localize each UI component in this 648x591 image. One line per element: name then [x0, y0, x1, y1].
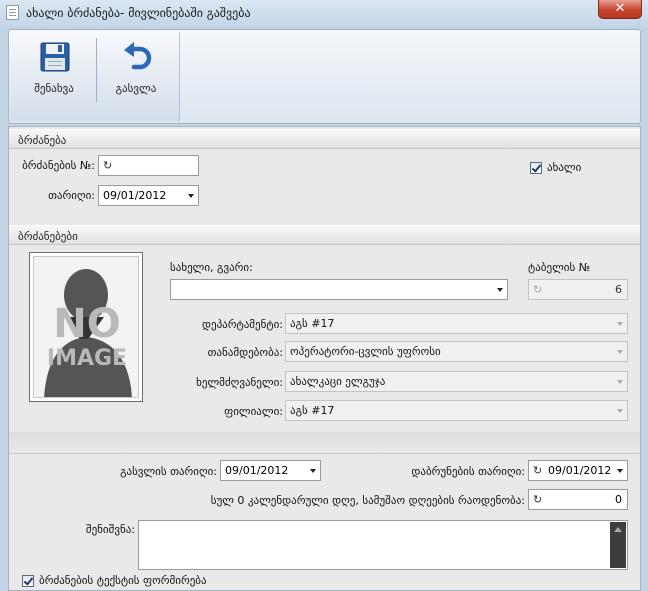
floppy-disk-icon	[40, 42, 70, 72]
format-text-checkbox-label: ბრძანების ტექსტის ფორმირება	[39, 574, 207, 587]
app-window: ახალი ბრძანება- მივლინებაში გაშვება ✕ შე…	[0, 0, 648, 591]
employee-photo: NO IMAGE	[29, 252, 143, 402]
chevron-down-icon[interactable]	[497, 288, 503, 292]
chevron-down-icon[interactable]	[617, 350, 623, 354]
tabel-label: ტაბელის №	[528, 261, 591, 274]
manager-value: ახალკაცი ელგუჯა	[290, 375, 386, 388]
toolbar-group: შენახვა გასვლა	[10, 32, 180, 121]
order-section-title: ბრძანება	[18, 134, 67, 147]
position-value: ოპერატორი-ცვლის უფროსი	[290, 345, 441, 358]
chevron-down-icon[interactable]	[617, 380, 623, 384]
workdays-input[interactable]: ↻ 0	[528, 489, 628, 510]
orders-section-header: ბრძანებები	[9, 225, 640, 245]
person-silhouette-icon: NO IMAGE	[34, 257, 138, 397]
department-value: აგს #17	[290, 317, 335, 330]
new-checkbox-label: ახალი	[547, 161, 582, 174]
position-combobox[interactable]: ოპერატორი-ცვლის უფროსი	[285, 341, 628, 362]
window-title: ახალი ბრძანება- მივლინებაში გაშვება	[26, 6, 251, 20]
order-date-picker[interactable]: 09/01/2012	[98, 185, 199, 206]
toolbar-ribbon: შენახვა გასვლა	[8, 29, 641, 124]
cycle-arrow-icon: ↻	[103, 159, 113, 172]
photo-frame: NO IMAGE	[33, 256, 139, 398]
exit-button-label: გასვლა	[115, 82, 157, 95]
close-button[interactable]: ✕	[598, 0, 642, 19]
order-date-value: 09/01/2012	[103, 189, 167, 202]
order-number-label: ბრძანების №:	[22, 159, 95, 172]
notes-scrollbar[interactable]	[610, 522, 626, 568]
name-label: სახელი, გვარი:	[170, 261, 253, 274]
notes-label: შენიშვნა:	[85, 523, 135, 536]
manager-combobox[interactable]: ახალკაცი ელგუჯა	[285, 371, 628, 392]
name-combobox[interactable]	[170, 279, 508, 300]
return-date-value: 09/01/2012	[548, 464, 612, 477]
manager-label: ხელმძღვანელი:	[196, 376, 283, 389]
notes-textarea[interactable]	[138, 520, 628, 570]
save-button-label: შენახვა	[34, 82, 74, 95]
order-date-label: თარიღი:	[48, 189, 95, 202]
order-section-header: ბრძანება	[9, 129, 640, 149]
undo-arrow-icon	[124, 42, 152, 70]
departure-date-value: 09/01/2012	[225, 464, 289, 477]
department-combobox[interactable]: აგს #17	[285, 313, 628, 334]
chevron-down-icon[interactable]	[617, 409, 623, 413]
document-icon	[6, 5, 19, 20]
form-body: ბრძანება ბრძანების №: ↻ თარიღი: 09/01/20…	[8, 126, 641, 591]
save-button[interactable]: შენახვა	[14, 36, 94, 106]
tabel-value: 6	[615, 283, 622, 296]
return-date-label: დაბრუნების თარიღი:	[411, 465, 525, 478]
workdays-value: 0	[615, 493, 622, 506]
departure-date-picker[interactable]: 09/01/2012	[220, 460, 321, 481]
no-image-text-2: IMAGE	[47, 346, 127, 371]
no-image-text-1: NO	[53, 301, 120, 347]
exit-button[interactable]: გასვლა	[96, 36, 176, 106]
departure-date-label: გასვლის თარიღი:	[120, 465, 217, 478]
order-number-input[interactable]: ↻	[98, 155, 199, 176]
title-bar: ახალი ბრძანება- მივლინებაში გაშვება ✕	[0, 0, 648, 26]
branch-label: ფილიალი:	[224, 405, 283, 418]
orders-section-title: ბრძანებები	[18, 230, 78, 243]
section-divider-band	[9, 432, 640, 454]
branch-value: აგს #17	[290, 404, 335, 417]
chevron-down-icon[interactable]	[188, 194, 194, 198]
return-date-picker[interactable]: ↻ 09/01/2012	[528, 460, 628, 481]
cycle-arrow-icon: ↻	[533, 464, 543, 477]
chevron-down-icon[interactable]	[310, 469, 316, 473]
workdays-label: სულ 0 კალენდარული დღე, სამუშაო დღეების რ…	[210, 494, 525, 507]
position-label: თანამდებობა:	[207, 346, 283, 359]
new-checkbox[interactable]	[530, 162, 542, 174]
format-text-checkbox[interactable]	[22, 575, 34, 587]
cycle-arrow-icon: ↻	[533, 493, 543, 506]
chevron-down-icon[interactable]	[617, 469, 623, 473]
cycle-arrow-icon: ↻	[533, 283, 543, 296]
department-label: დეპარტამენტი:	[202, 318, 283, 331]
tabel-input[interactable]: ↻ 6	[528, 279, 628, 300]
branch-combobox[interactable]: აგს #17	[285, 400, 628, 421]
chevron-down-icon[interactable]	[617, 322, 623, 326]
